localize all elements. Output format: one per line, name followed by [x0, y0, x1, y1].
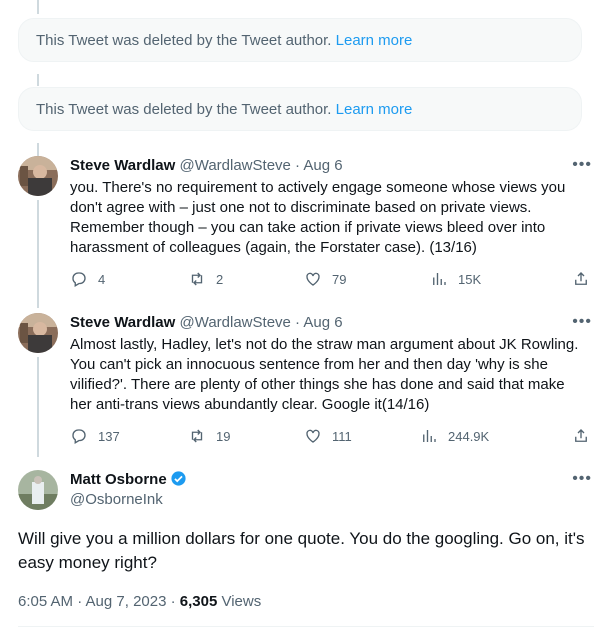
thread-line [37, 74, 39, 86]
author-name[interactable]: Matt Osborne [70, 471, 167, 488]
retweet-count: 2 [216, 271, 224, 287]
timestamp-text[interactable]: 6:05 AM · Aug 7, 2023 · [18, 593, 180, 610]
views-button[interactable]: 244.9K [420, 427, 489, 445]
thread-line [37, 0, 39, 14]
avatar[interactable] [18, 313, 58, 353]
views-icon [423, 430, 436, 442]
avatar[interactable] [18, 470, 58, 510]
tweet-header: Steve Wardlaw @WardlawSteve · Aug 6 [70, 313, 343, 333]
retweet-count: 19 [216, 428, 231, 444]
learn-more-link[interactable]: Learn more [336, 101, 413, 118]
tweet-header: Steve Wardlaw @WardlawSteve · Aug 6 [70, 156, 343, 176]
tweet[interactable]: Steve Wardlaw @WardlawSteve · Aug 6 ••• … [18, 156, 594, 296]
tweet-text: Almost lastly, Hadley, let's not do the … [70, 336, 579, 413]
views-icon [433, 273, 446, 285]
separator: · [295, 314, 301, 331]
author-name[interactable]: Steve Wardlaw [70, 314, 175, 331]
tweet-date[interactable]: Aug 6 [303, 314, 342, 331]
share-icon [575, 429, 587, 442]
thread-line [37, 143, 39, 157]
deleted-tweet-notice: This Tweet was deleted by the Tweet auth… [18, 18, 582, 62]
reply-count: 137 [98, 428, 120, 444]
reply-button[interactable]: 4 [70, 270, 105, 288]
more-options-icon[interactable]: ••• [572, 156, 592, 174]
reply-button[interactable]: 137 [70, 427, 120, 445]
retweet-icon [191, 429, 203, 443]
divider [18, 626, 594, 627]
author-handle[interactable]: @WardlawSteve [180, 157, 291, 174]
verified-badge-icon [171, 471, 186, 486]
more-options-icon[interactable]: ••• [572, 470, 592, 488]
deleted-notice-text: This Tweet was deleted by the Tweet auth… [36, 32, 336, 49]
share-button[interactable] [572, 427, 590, 448]
tweet[interactable]: Steve Wardlaw @WardlawSteve · Aug 6 ••• … [18, 313, 594, 453]
retweet-button[interactable]: 19 [188, 427, 230, 445]
tweet-text: you. There's no requirement to actively … [70, 179, 566, 256]
reply-icon [72, 429, 86, 444]
views-count: 15K [458, 271, 482, 287]
avatar[interactable] [18, 156, 58, 196]
share-button[interactable] [572, 270, 590, 291]
deleted-tweet-notice: This Tweet was deleted by the Tweet auth… [18, 87, 582, 131]
author-name[interactable]: Steve Wardlaw [70, 157, 175, 174]
tweet-timestamp: 6:05 AM · Aug 7, 2023 · 6,305 Views [18, 593, 261, 610]
views-label: Views [217, 593, 262, 610]
like-button[interactable]: 79 [304, 270, 346, 288]
tweet-actions: 137 19 111 244.9K [70, 427, 590, 447]
learn-more-link[interactable]: Learn more [336, 32, 413, 49]
author-handle[interactable]: @OsborneInk [70, 490, 163, 510]
views-button[interactable]: 15K [430, 270, 481, 288]
tweet-actions: 4 2 79 15K [70, 270, 590, 290]
heart-icon [306, 429, 320, 443]
views-count: 244.9K [448, 428, 490, 444]
heart-icon [306, 272, 320, 286]
deleted-notice-text: This Tweet was deleted by the Tweet auth… [36, 101, 336, 118]
share-icon [575, 272, 587, 285]
tweet-date[interactable]: Aug 6 [303, 157, 342, 174]
retweet-icon [191, 272, 203, 286]
main-tweet-text: Will give you a million dollars for one … [18, 529, 585, 572]
like-button[interactable]: 111 [304, 427, 352, 445]
more-options-icon[interactable]: ••• [572, 313, 592, 331]
views-count-main: 6,305 [179, 593, 218, 610]
retweet-button[interactable]: 2 [188, 270, 223, 288]
like-count: 79 [332, 271, 347, 287]
reply-count: 4 [98, 271, 106, 287]
like-count: 111 [332, 428, 352, 444]
tweet-header: Matt Osborne [70, 470, 187, 490]
reply-icon [72, 272, 86, 287]
separator: · [295, 157, 301, 174]
author-handle[interactable]: @WardlawSteve [180, 314, 291, 331]
main-tweet: Matt Osborne @OsborneInk ••• [18, 470, 594, 520]
